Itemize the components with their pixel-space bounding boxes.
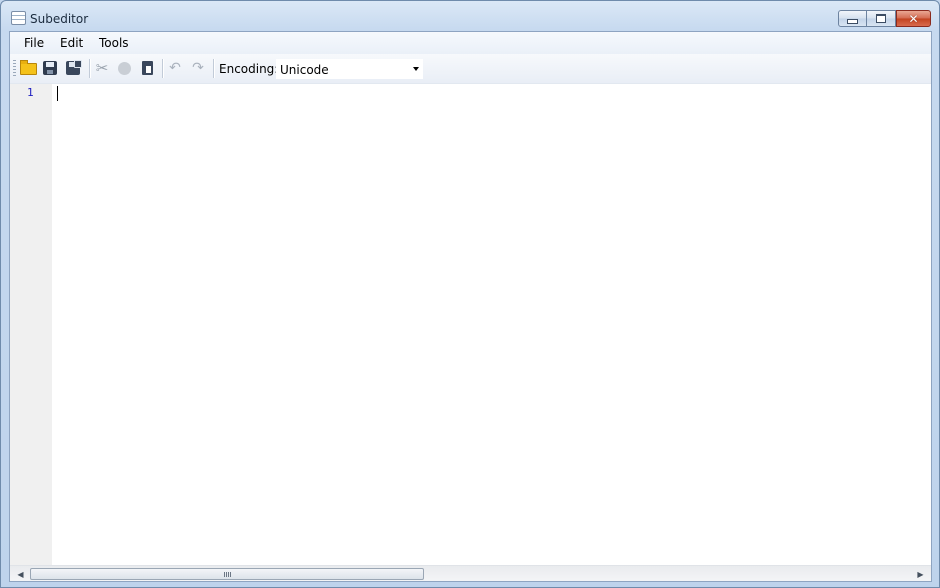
menu-bar: File Edit Tools	[10, 32, 931, 54]
close-icon: ✕	[908, 11, 919, 26]
redo-button[interactable]: ↷	[189, 59, 207, 77]
cut-button[interactable]: ✂	[93, 59, 111, 77]
redo-icon: ↷	[192, 60, 204, 76]
menu-file[interactable]: File	[22, 36, 46, 50]
application-window: Subeditor ✕ File Edit Tools ✂ ↶ ↷ Encodi…	[0, 0, 940, 588]
close-button[interactable]: ✕	[896, 10, 931, 27]
client-area: File Edit Tools ✂ ↶ ↷ Encoding: Unicode	[9, 31, 932, 582]
window-title: Subeditor	[30, 12, 89, 26]
open-button[interactable]	[19, 59, 37, 77]
menu-edit[interactable]: Edit	[58, 36, 85, 50]
maximize-button[interactable]	[867, 10, 896, 27]
minimize-button[interactable]	[838, 10, 867, 27]
open-icon	[19, 60, 37, 75]
toolbar-separator	[89, 59, 91, 78]
encoding-label: Encoding:	[219, 62, 279, 76]
app-icon[interactable]	[11, 11, 26, 25]
horizontal-scrollbar[interactable]: ◀ ▶	[10, 565, 931, 581]
paste-icon	[141, 61, 153, 75]
title-bar[interactable]: Subeditor ✕	[1, 1, 939, 31]
save-as-icon	[66, 60, 82, 75]
scrollbar-thumb[interactable]	[30, 568, 424, 580]
toolbar-separator	[162, 59, 164, 78]
save-button[interactable]	[41, 59, 59, 77]
encoding-select[interactable]: Unicode	[276, 59, 423, 79]
text-area[interactable]	[52, 84, 931, 567]
toolbar-separator	[213, 59, 215, 78]
scroll-right-button[interactable]: ▶	[912, 566, 929, 581]
cut-icon: ✂	[95, 58, 109, 77]
scroll-left-button[interactable]: ◀	[12, 566, 29, 581]
copy-icon	[117, 61, 131, 75]
copy-button[interactable]	[115, 59, 133, 77]
undo-button[interactable]: ↶	[166, 59, 184, 77]
line-number: 1	[27, 86, 34, 99]
save-as-button[interactable]	[64, 59, 82, 77]
paste-button[interactable]	[138, 59, 156, 77]
grip-icon	[223, 571, 231, 577]
text-caret	[57, 86, 58, 101]
minimize-icon	[847, 19, 858, 24]
scroll-left-icon: ◀	[17, 569, 24, 579]
scroll-right-icon: ▶	[917, 569, 924, 579]
toolbar-grip[interactable]	[13, 60, 16, 77]
line-number-gutter: 1	[10, 84, 52, 567]
editor: 1	[10, 84, 931, 567]
toolbar: ✂ ↶ ↷ Encoding: Unicode	[10, 54, 931, 84]
undo-icon: ↶	[169, 60, 181, 76]
dropdown-arrow-icon[interactable]	[413, 67, 419, 71]
save-icon	[43, 61, 57, 75]
menu-tools[interactable]: Tools	[97, 36, 131, 50]
maximize-icon	[876, 14, 886, 23]
encoding-value: Unicode	[280, 63, 329, 77]
